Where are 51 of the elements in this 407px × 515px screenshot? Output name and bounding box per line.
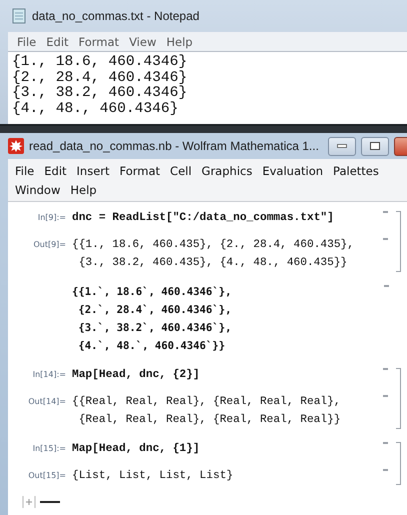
group-bracket[interactable] xyxy=(396,211,401,272)
cell-label: Out[9]= xyxy=(32,239,67,249)
menu-item[interactable]: Palettes xyxy=(328,164,384,178)
text-line: {1., 18.6, 460.4346} xyxy=(12,55,188,70)
window-title: data_no_commas.txt - Notepad xyxy=(32,9,200,23)
menu-item[interactable]: Help xyxy=(65,182,102,196)
cell-label: Out[14]= xyxy=(27,396,67,406)
menu-item[interactable]: View xyxy=(124,34,162,48)
cell-label: In[14]:= xyxy=(32,369,67,379)
menu-item[interactable]: Graphics xyxy=(196,164,258,178)
menu-item[interactable]: Format xyxy=(114,164,166,178)
text-line: {3., 38.2, 460.4346} xyxy=(12,86,188,101)
input-code: Map[Head, dnc, {2}] xyxy=(72,368,201,383)
expression-text: {2.`, 28.4`, 460.4346`}, xyxy=(77,303,232,318)
menu-item[interactable]: Help xyxy=(161,34,198,48)
expression-text: {{1.`, 18.6`, 460.4346`}, xyxy=(72,285,232,300)
menu-item[interactable]: Edit xyxy=(39,164,72,178)
menu-item[interactable]: Insert xyxy=(72,164,115,178)
insertion-plus-icon[interactable] xyxy=(22,496,36,508)
menu-item[interactable]: Window xyxy=(10,182,66,196)
input-code: Map[Head, dnc, {1}] xyxy=(72,442,201,457)
window-title: read_data_no_commas.nb - Wolfram Mathematica 1... xyxy=(29,139,319,153)
cell-label: In[15]:= xyxy=(32,443,67,453)
restore-icon xyxy=(370,142,380,150)
text-area[interactable]: {1., 18.6, 460.4346} {2., 28.4, 460.4346} {3., 38.2, 460.4346} {4., 48., 460.4346} xyxy=(8,52,407,124)
output-text: {{Real, Real, Real}, {Real, Real, Real}, xyxy=(72,394,342,410)
output-text: {{1., 18.6, 460.435}, {2., 28.4, 460.435}, xyxy=(72,238,355,253)
expression-text: {4.`, 48.`, 460.4346`}} xyxy=(77,339,226,354)
notepad-icon xyxy=(12,8,26,24)
menu-item[interactable]: Evaluation xyxy=(257,164,328,178)
output-text: {3., 38.2, 460.435}, {4., 48., 460.435}} xyxy=(78,256,348,271)
output-text: {Real, Real, Real}, {Real, Real, Real}} xyxy=(78,412,342,428)
menu-item[interactable]: Cell xyxy=(165,164,197,178)
menu-item[interactable]: Edit xyxy=(41,34,74,48)
minimize-button[interactable] xyxy=(328,136,356,156)
cell-label: Out[15]= xyxy=(27,470,67,480)
menu-item[interactable]: Format xyxy=(74,34,124,48)
group-bracket[interactable] xyxy=(396,368,401,429)
menu-item[interactable]: File xyxy=(12,34,42,48)
expression-text: {3.`, 38.2`, 460.4346`}, xyxy=(77,321,232,336)
input-code: dnc = ReadList["C:/data_no_commas.txt"] xyxy=(72,210,335,226)
text-line: {2., 28.4, 460.4346} xyxy=(12,70,188,86)
cell-label: In[9]:= xyxy=(36,212,67,222)
menu-item[interactable]: File xyxy=(10,164,40,178)
starburst-icon xyxy=(8,138,24,154)
restore-button[interactable] xyxy=(360,136,389,156)
output-text: {List, List, List, List} xyxy=(72,468,234,484)
text-line: {4., 48., 460.4346} xyxy=(12,102,180,117)
group-bracket[interactable] xyxy=(396,442,401,485)
insertion-line-icon xyxy=(40,500,60,504)
minimize-icon xyxy=(336,144,347,148)
